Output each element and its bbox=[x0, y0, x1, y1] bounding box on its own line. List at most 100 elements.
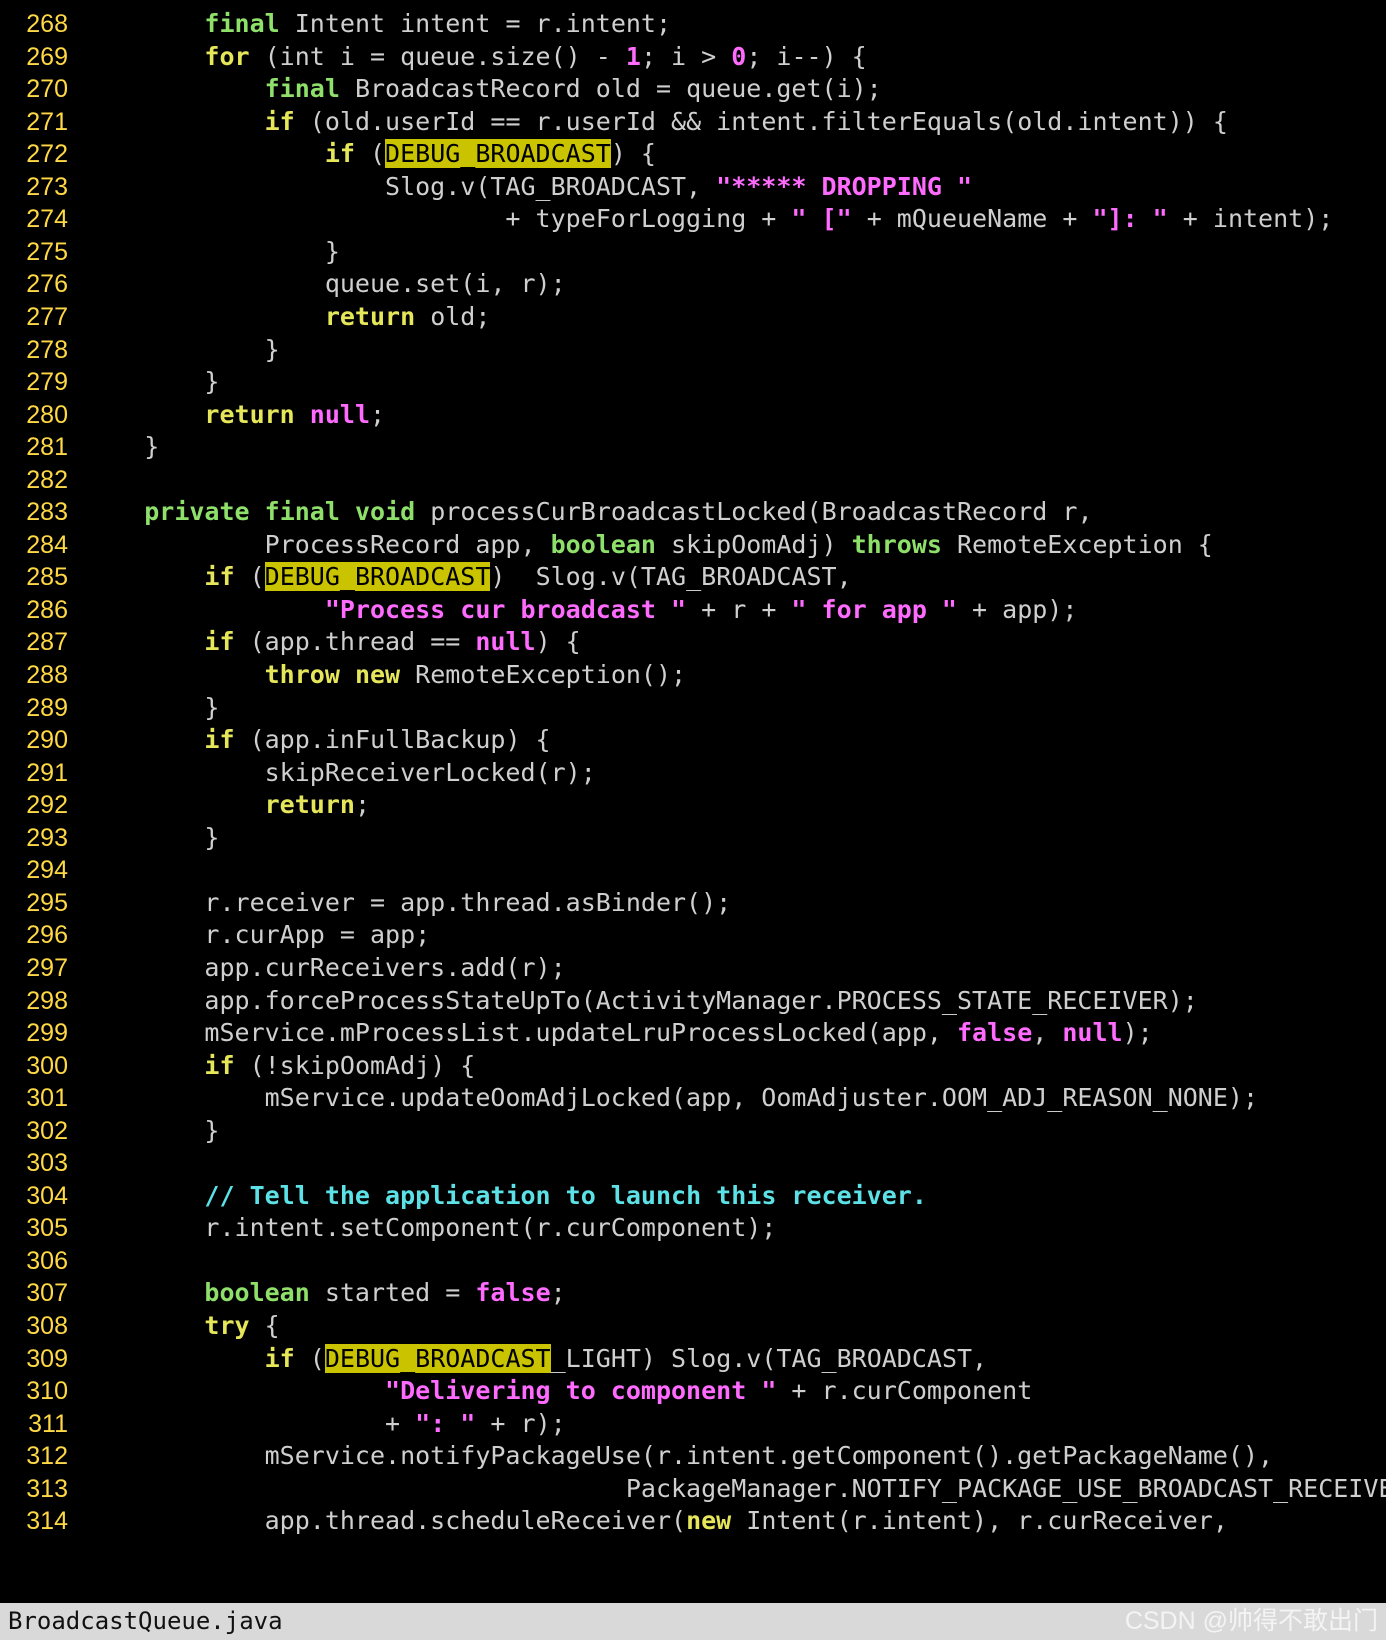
code-line[interactable]: 313 PackageManager.NOTIFY_PACKAGE_USE_BR… bbox=[0, 1472, 1386, 1506]
code-token: RemoteException { bbox=[941, 529, 1213, 559]
code-line[interactable]: 299 mService.mProcessList.updateLruProce… bbox=[0, 1016, 1386, 1050]
code-token: if bbox=[204, 1050, 235, 1080]
code-line[interactable]: 284 ProcessRecord app, boolean skipOomAd… bbox=[0, 528, 1386, 562]
code-text: + ": " + r); bbox=[84, 1407, 566, 1441]
code-token: if bbox=[324, 139, 355, 169]
code-token: + r); bbox=[475, 1408, 566, 1438]
code-text: private final void processCurBroadcastLo… bbox=[84, 495, 1092, 529]
code-line[interactable]: 269 for (int i = queue.size() - 1; i > 0… bbox=[0, 40, 1386, 74]
code-token: " for app " bbox=[791, 594, 957, 624]
code-line[interactable]: 300 if (!skipOomAdj) { bbox=[0, 1049, 1386, 1083]
code-line[interactable]: 306 bbox=[0, 1244, 1386, 1278]
code-line[interactable]: 294 bbox=[0, 853, 1386, 887]
code-token: private bbox=[144, 497, 250, 527]
code-text: mService.notifyPackageUse(r.intent.getCo… bbox=[84, 1439, 1273, 1473]
code-token: DEBUG_BROADCAST bbox=[264, 562, 491, 592]
code-line[interactable]: 272 if (DEBUG_BROADCAST) { bbox=[0, 137, 1386, 171]
code-line[interactable]: 283 private final void processCurBroadca… bbox=[0, 495, 1386, 529]
line-number: 282 bbox=[26, 465, 68, 494]
code-line[interactable]: 311 + ": " + r); bbox=[0, 1407, 1386, 1441]
code-text: } bbox=[84, 821, 219, 855]
code-line[interactable]: 271 if (old.userId == r.userId && intent… bbox=[0, 105, 1386, 139]
code-line[interactable]: 298 app.forceProcessStateUpTo(ActivityMa… bbox=[0, 984, 1386, 1018]
code-token: mService.updateOomAdjLocked(app, OomAdju… bbox=[84, 1083, 1258, 1113]
code-line[interactable]: 280 return null; bbox=[0, 398, 1386, 432]
code-token: BroadcastRecord old = queue.get(i); bbox=[339, 74, 882, 104]
code-line[interactable]: 276 queue.set(i, r); bbox=[0, 267, 1386, 301]
code-token: ; bbox=[370, 399, 386, 429]
code-token: + r.curComponent bbox=[776, 1376, 1033, 1406]
code-line[interactable]: 292 return; bbox=[0, 788, 1386, 822]
code-token: + intent); bbox=[1167, 204, 1334, 234]
line-number: 293 bbox=[26, 823, 68, 852]
code-token: ; bbox=[550, 1278, 566, 1308]
code-line[interactable]: 287 if (app.thread == null) { bbox=[0, 625, 1386, 659]
code-line[interactable]: 291 skipReceiverLocked(r); bbox=[0, 756, 1386, 790]
code-text: app.curReceivers.add(r); bbox=[84, 951, 565, 985]
code-token: + r + bbox=[686, 594, 792, 624]
code-token: mService.notifyPackageUse(r.intent.getCo… bbox=[84, 1441, 1274, 1471]
code-line[interactable]: 270 final BroadcastRecord old = queue.ge… bbox=[0, 72, 1386, 106]
code-line[interactable]: 304 // Tell the application to launch th… bbox=[0, 1179, 1386, 1213]
code-text: + typeForLogging + " [" + mQueueName + "… bbox=[84, 202, 1333, 236]
code-line[interactable]: 307 boolean started = false; bbox=[0, 1276, 1386, 1310]
code-line[interactable]: 314 app.thread.scheduleReceiver(new Inte… bbox=[0, 1504, 1386, 1538]
code-line[interactable]: 285 if (DEBUG_BROADCAST) Slog.v(TAG_BROA… bbox=[0, 560, 1386, 594]
code-line[interactable]: 290 if (app.inFullBackup) { bbox=[0, 723, 1386, 757]
code-line[interactable]: 282 bbox=[0, 463, 1386, 497]
code-line[interactable]: 281 } bbox=[0, 430, 1386, 464]
code-line[interactable]: 303 bbox=[0, 1146, 1386, 1180]
code-token: final bbox=[204, 9, 280, 38]
code-line[interactable]: 288 throw new RemoteException(); bbox=[0, 658, 1386, 692]
code-line[interactable]: 296 r.curApp = app; bbox=[0, 918, 1386, 952]
line-number: 303 bbox=[26, 1149, 68, 1178]
code-token: return bbox=[324, 301, 416, 331]
code-line[interactable]: 268 final Intent intent = r.intent; bbox=[0, 7, 1386, 41]
code-line[interactable]: 309 if (DEBUG_BROADCAST_LIGHT) Slog.v(TA… bbox=[0, 1342, 1386, 1376]
code-line[interactable]: 297 app.curReceivers.add(r); bbox=[0, 951, 1386, 985]
line-number: 289 bbox=[26, 693, 68, 722]
code-line[interactable]: 293 } bbox=[0, 821, 1386, 855]
code-line[interactable]: 305 r.intent.setComponent(r.curComponent… bbox=[0, 1211, 1386, 1245]
code-line[interactable]: 277 return old; bbox=[0, 300, 1386, 334]
code-token: skipReceiverLocked(r); bbox=[84, 757, 596, 787]
code-text: mService.mProcessList.updateLruProcessLo… bbox=[84, 1016, 1152, 1050]
code-line[interactable]: 310 "Delivering to component " + r.curCo… bbox=[0, 1374, 1386, 1408]
code-line[interactable]: 301 mService.updateOomAdjLocked(app, Oom… bbox=[0, 1081, 1386, 1115]
code-line[interactable]: 275 } bbox=[0, 235, 1386, 269]
code-token: + app); bbox=[957, 594, 1078, 624]
code-line[interactable]: 278 } bbox=[0, 333, 1386, 367]
code-text: try { bbox=[84, 1309, 279, 1343]
code-line[interactable]: 274 + typeForLogging + " [" + mQueueName… bbox=[0, 202, 1386, 236]
code-token: + typeForLogging + bbox=[84, 204, 792, 234]
code-line[interactable]: 286 "Process cur broadcast " + r + " for… bbox=[0, 593, 1386, 627]
code-line[interactable]: 308 try { bbox=[0, 1309, 1386, 1343]
code-line[interactable]: 273 Slog.v(TAG_BROADCAST, "***** DROPPIN… bbox=[0, 170, 1386, 204]
line-number: 297 bbox=[26, 953, 68, 982]
filename-label: BroadcastQueue.java bbox=[8, 1607, 283, 1635]
code-line[interactable]: 302 } bbox=[0, 1114, 1386, 1148]
line-number: 284 bbox=[26, 530, 68, 559]
code-editor[interactable]: 268 final Intent intent = r.intent; 269 f… bbox=[0, 0, 1386, 1600]
code-token: return bbox=[264, 790, 355, 820]
code-token: if bbox=[204, 725, 235, 755]
code-token: PackageManager.NOTIFY_PACKAGE_USE_BROADC… bbox=[84, 1473, 1386, 1503]
line-number: 300 bbox=[26, 1051, 68, 1080]
code-line[interactable]: 289 } bbox=[0, 691, 1386, 725]
code-token: mService.mProcessList.updateLruProcessLo… bbox=[84, 1018, 957, 1048]
code-line[interactable]: 279 } bbox=[0, 365, 1386, 399]
code-token: skipOomAdj) bbox=[655, 529, 852, 559]
line-number: 299 bbox=[26, 1019, 68, 1048]
code-line[interactable]: 295 r.receiver = app.thread.asBinder(); bbox=[0, 886, 1386, 920]
code-line[interactable]: 312 mService.notifyPackageUse(r.intent.g… bbox=[0, 1439, 1386, 1473]
code-token: } bbox=[84, 334, 280, 364]
line-number: 270 bbox=[26, 75, 68, 104]
line-number: 302 bbox=[26, 1116, 68, 1145]
code-token: ) Slog.v(TAG_BROADCAST, bbox=[490, 562, 852, 592]
